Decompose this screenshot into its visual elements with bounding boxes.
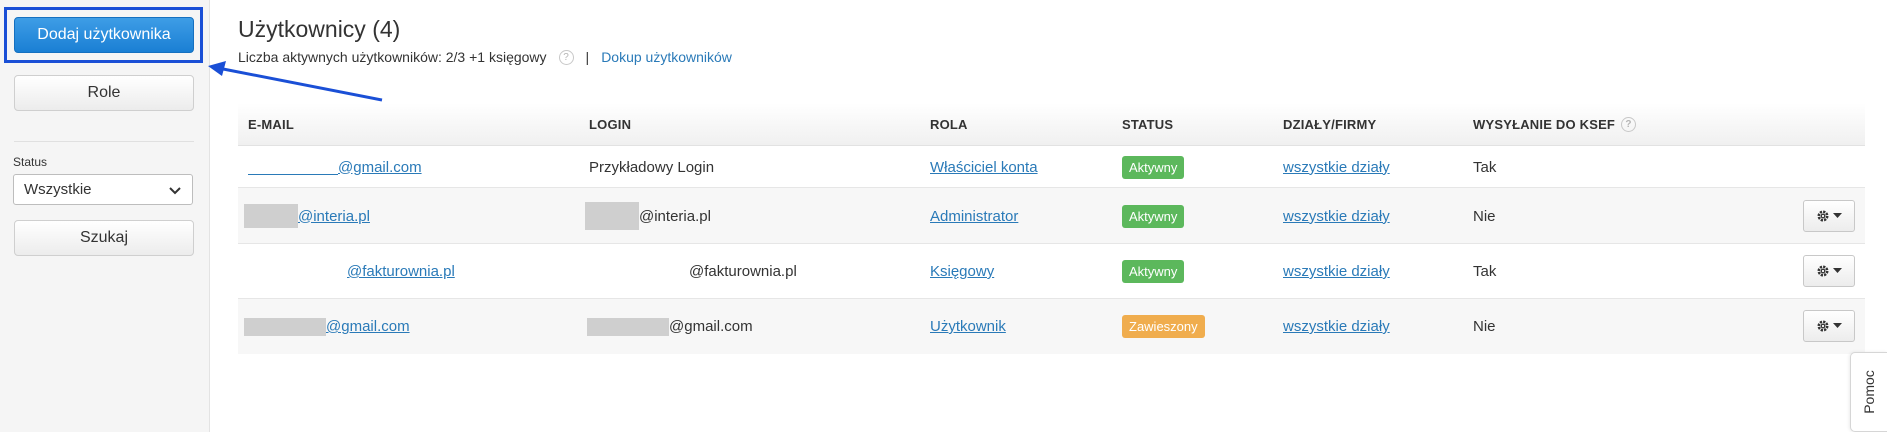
email-link[interactable]: @fakturownia.pl [347,263,455,280]
email-cell[interactable]: @interia.pl [244,188,370,244]
sidebar-divider [14,141,194,142]
role-cell: Księgowy [930,244,994,299]
redacted-text [585,202,639,230]
login-cell: @interia.pl [585,188,711,244]
users-table: E-MAIL LOGIN ROLA STATUS DZIAŁY/FIRMY WY… [238,103,1865,354]
add-user-button[interactable]: Dodaj użytkownika [14,17,194,53]
row-actions-button[interactable] [1803,310,1855,342]
email-link[interactable]: @gmail.com [326,318,410,335]
table-row: @interia.pl @interia.pl Administrator Ak… [238,188,1865,244]
column-header-status: STATUS [1122,117,1174,132]
gear-icon [1817,210,1829,222]
buy-users-link[interactable]: Dokup użytkowników [601,49,732,65]
table-row: @gmail.com @gmail.com Użytkownik Zawiesz… [238,299,1865,354]
email-link[interactable]: @gmail.com [338,159,422,176]
departments-cell: wszystkie działy [1283,146,1390,188]
ksef-cell: Tak [1473,158,1497,176]
table-row: @fakturownia.pl @fakturownia.pl Księgowy… [238,244,1865,299]
row-actions-button[interactable] [1803,200,1855,232]
redacted-text [244,317,326,336]
ksef-cell: Tak [1473,263,1497,280]
departments-link[interactable]: wszystkie działy [1283,263,1390,280]
active-users-info: Liczba aktywnych użytkowników: 2/3 +1 ks… [238,49,732,65]
column-header-ksef-label: WYSYŁANIE DO KSEF [1473,117,1616,132]
departments-link[interactable]: wszystkie działy [1283,208,1390,225]
column-header-departments: DZIAŁY/FIRMY [1283,117,1377,132]
role-link[interactable]: Właściciel konta [930,159,1038,176]
role-link[interactable]: Administrator [930,208,1018,225]
separator: | [585,49,590,65]
roles-button[interactable]: Role [14,75,194,111]
departments-link[interactable]: wszystkie działy [1283,318,1390,335]
login-text: @interia.pl [639,207,711,225]
role-link[interactable]: Księgowy [930,263,994,280]
status-badge: Aktywny [1122,204,1185,228]
email-cell[interactable]: @fakturownia.pl [347,244,455,299]
login-cell: @gmail.com [587,299,753,354]
gear-icon [1817,265,1829,277]
status-filter-label: Status [13,155,48,169]
status-filter-value: Wszystkie [24,181,92,198]
redacted-text [248,173,338,175]
ksef-cell: Nie [1473,207,1496,225]
table-row: @gmail.com Przykładowy Login Właściciel … [238,146,1865,188]
login-cell: Przykładowy Login [589,158,715,176]
row-actions-button[interactable] [1803,255,1855,287]
column-header-email: E-MAIL [248,117,294,132]
status-cell: Aktywny [1122,244,1185,299]
status-filter-select[interactable]: Wszystkie [13,174,193,205]
email-link[interactable]: @interia.pl [298,208,370,225]
status-badge: Aktywny [1122,260,1185,283]
redacted-text [244,204,298,228]
login-text: @gmail.com [669,318,753,335]
column-header-login: LOGIN [589,117,632,132]
column-header-ksef: WYSYŁANIE DO KSEF ? [1473,117,1637,132]
status-cell: Aktywny [1122,146,1185,188]
status-cell: Zawieszony [1122,299,1205,354]
role-link[interactable]: Użytkownik [930,318,1006,335]
status-cell: Aktywny [1122,188,1185,244]
page-title: Użytkownicy (4) [238,16,401,42]
departments-cell: wszystkie działy [1283,188,1390,244]
departments-cell: wszystkie działy [1283,244,1390,299]
help-tab-label: Pomoc [1861,370,1878,414]
chevron-down-icon [169,186,181,194]
status-badge: Aktywny [1122,155,1185,179]
email-cell[interactable]: @gmail.com [244,299,410,354]
question-circle-icon[interactable]: ? [558,49,574,65]
role-cell: Użytkownik [930,299,1006,354]
role-cell: Właściciel konta [930,146,1038,188]
caret-down-icon [1833,323,1842,328]
table-header: E-MAIL LOGIN ROLA STATUS DZIAŁY/FIRMY WY… [238,103,1865,146]
departments-cell: wszystkie działy [1283,299,1390,354]
ksef-cell: Nie [1473,318,1496,335]
active-users-text: Liczba aktywnych użytkowników: 2/3 +1 ks… [238,49,547,65]
departments-link[interactable]: wszystkie działy [1283,159,1390,176]
caret-down-icon [1833,268,1842,273]
gear-icon [1817,320,1829,332]
annotation-arrow [208,61,383,102]
email-cell[interactable]: @gmail.com [248,146,422,188]
search-button[interactable]: Szukaj [14,220,194,256]
role-cell: Administrator [930,188,1018,244]
login-cell: @fakturownia.pl [689,263,797,280]
caret-down-icon [1833,213,1842,218]
status-badge: Zawieszony [1122,315,1205,338]
sidebar: Dodaj użytkownika Role Status Wszystkie … [0,0,210,432]
help-tab[interactable]: Pomoc [1850,352,1887,432]
question-circle-icon[interactable]: ? [1621,117,1637,132]
column-header-role: ROLA [930,117,968,132]
redacted-text [587,317,669,336]
